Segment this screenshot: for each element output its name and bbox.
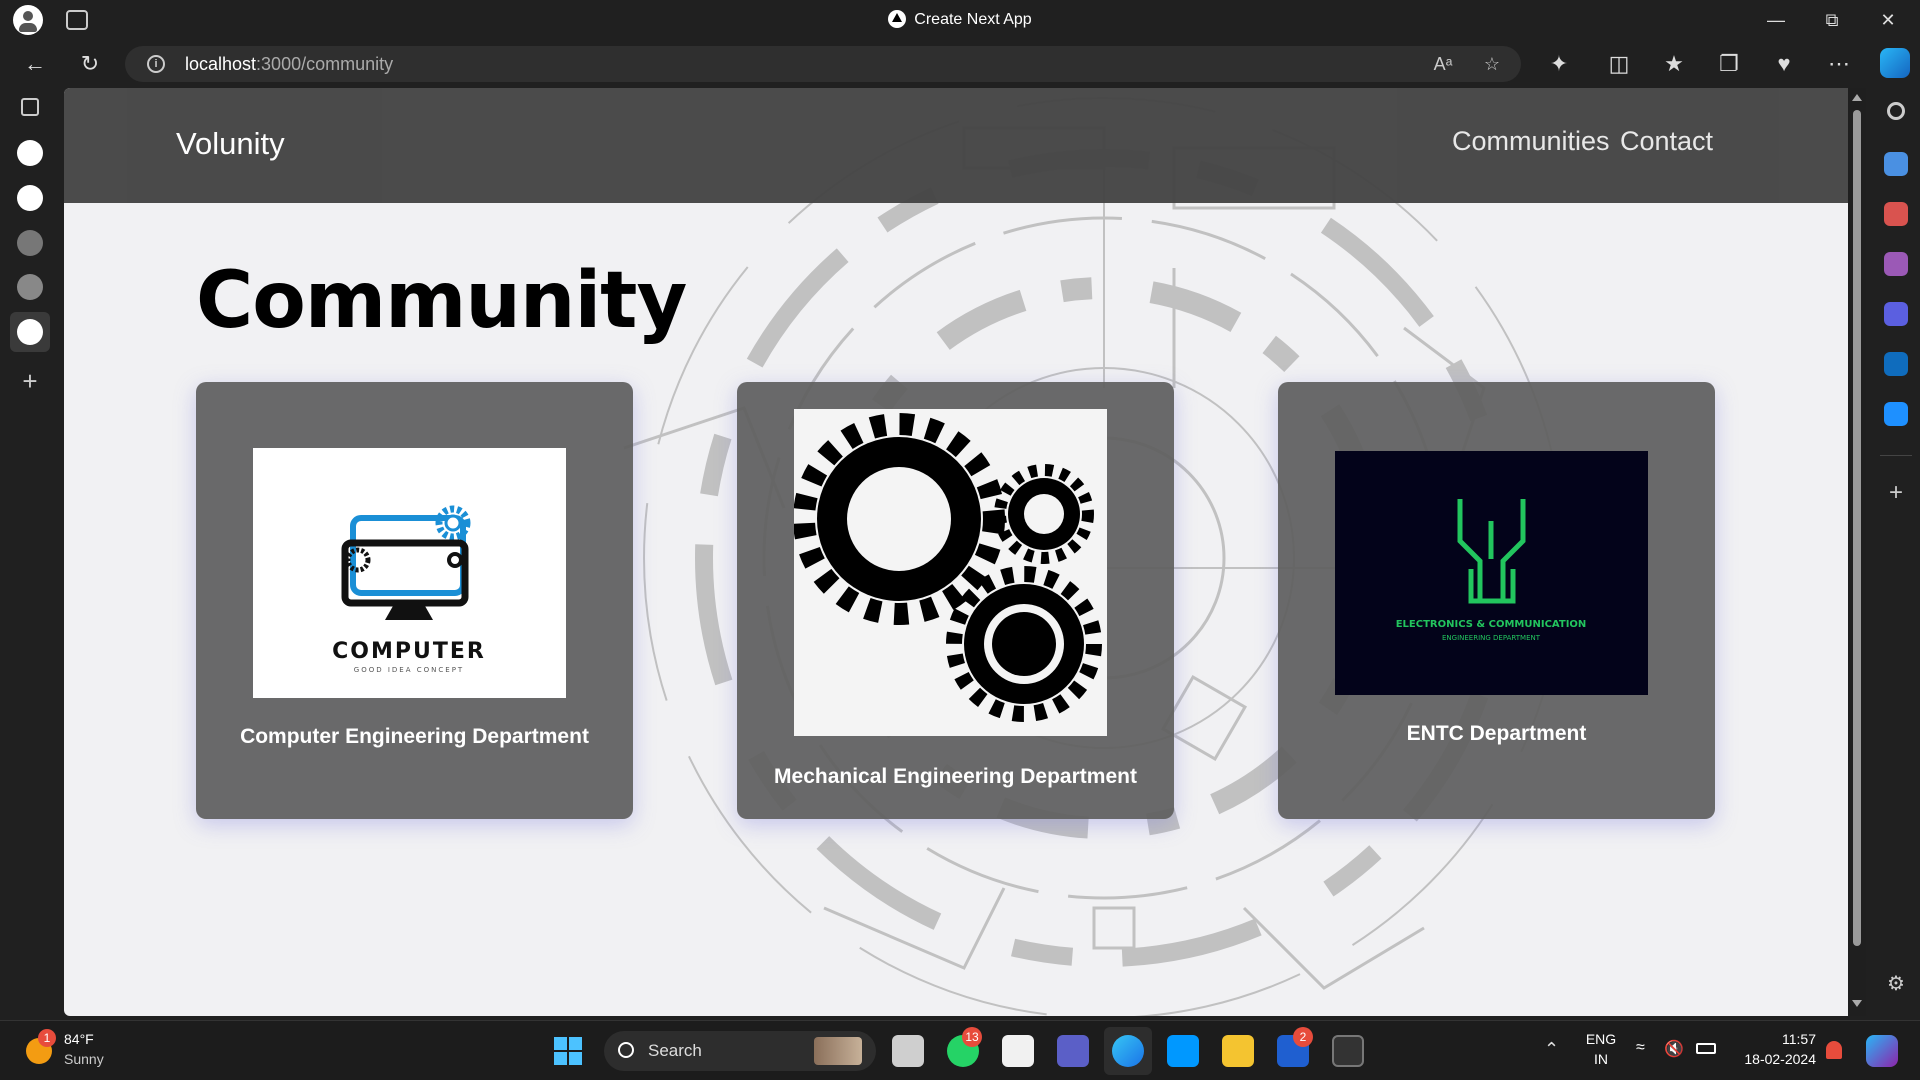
community-card-mechanical[interactable]: Mechanical Engineering Department (737, 382, 1174, 819)
entc-logo-icon: ELECTRONICS & COMMUNICATION ENGINEERING … (1396, 499, 1587, 642)
clock-time[interactable]: 11:57 (1736, 1031, 1816, 1047)
outlook-icon[interactable] (1884, 352, 1908, 376)
l-app-badge: 2 (1293, 1027, 1313, 1047)
copilot-app-icon[interactable] (1884, 302, 1908, 326)
community-card-entc[interactable]: ELECTRONICS & COMMUNICATION ENGINEERING … (1278, 382, 1715, 819)
close-icon[interactable]: ✕ (1860, 0, 1916, 40)
extensions-icon[interactable]: ✦ (1544, 49, 1574, 79)
weather-desc[interactable]: Sunny (64, 1051, 104, 1067)
window-title-text: Create Next App (914, 11, 1032, 28)
page-viewport: Volunity Communities Contact Community C… (64, 88, 1848, 1016)
task-view-icon[interactable] (892, 1035, 924, 1067)
store-icon[interactable] (1002, 1035, 1034, 1067)
nextjs-tab-icon-2[interactable] (17, 230, 43, 256)
split-screen-icon[interactable]: ◫ (1604, 49, 1634, 79)
site-info-icon[interactable]: i (147, 55, 165, 73)
nextjs-tab-icon-active (17, 319, 43, 345)
computer-logo-text: COMPUTER (332, 639, 486, 664)
back-icon[interactable]: ← (20, 49, 50, 79)
search-icon (618, 1042, 634, 1058)
weather-badge: 1 (38, 1029, 56, 1047)
search-icon[interactable] (1887, 102, 1905, 120)
brand-logo[interactable]: Volunity (176, 126, 285, 162)
minimize-icon[interactable]: — (1748, 0, 1804, 40)
edge-icon[interactable] (1112, 1035, 1144, 1067)
copilot-taskbar-icon[interactable] (1866, 1035, 1898, 1067)
taskbar-search[interactable]: Search (604, 1031, 876, 1071)
card-label[interactable]: Mechanical Engineering Department (737, 765, 1174, 789)
favorites-icon[interactable]: ★ (1659, 49, 1689, 79)
notification-bell-icon[interactable] (1826, 1041, 1842, 1059)
page-scrollbar[interactable] (1848, 88, 1866, 1016)
collections-icon[interactable]: ❐ (1714, 49, 1744, 79)
clock-date[interactable]: 18-02-2024 (1736, 1051, 1816, 1067)
lang-secondary[interactable]: IN (1585, 1051, 1617, 1067)
lang-primary[interactable]: ENG (1585, 1031, 1617, 1047)
entc-dept-image: ELECTRONICS & COMMUNICATION ENGINEERING … (1335, 451, 1648, 695)
favorite-star-icon[interactable]: ☆ (1480, 52, 1504, 76)
more-menu-icon[interactable]: ⋯ (1824, 49, 1854, 79)
search-label: Search (648, 1041, 702, 1060)
address-bar[interactable]: i localhost:3000/community Aᵃ ☆ (125, 46, 1521, 82)
sidebar-toggle-icon[interactable] (21, 98, 39, 116)
gears-icon (794, 413, 1102, 722)
page-title: Community (196, 256, 687, 346)
scroll-up-icon[interactable] (1852, 94, 1862, 101)
nextjs-tab-icon[interactable] (17, 185, 43, 211)
whatsapp-badge: 13 (962, 1027, 982, 1047)
vscode-icon[interactable] (1167, 1035, 1199, 1067)
nav-contact[interactable]: Contact (1620, 126, 1713, 157)
copilot-icon[interactable] (1880, 48, 1910, 78)
divider (1880, 455, 1912, 456)
weather-temp[interactable]: 84°F (64, 1031, 94, 1047)
volume-muted-icon[interactable]: 🔇 (1664, 1039, 1684, 1059)
github-tab-icon-2[interactable] (17, 274, 43, 300)
card-label[interactable]: Computer Engineering Department (196, 725, 633, 749)
computer-logo-icon: COMPUTER GOOD IDEA CONCEPT (332, 505, 486, 674)
address-url[interactable]: localhost:3000/community (185, 54, 393, 75)
file-explorer-icon[interactable] (1222, 1035, 1254, 1067)
browser-titlebar: Create Next App — ⧉ ✕ (0, 0, 1920, 40)
wifi-icon[interactable]: ≈ (1636, 1039, 1645, 1057)
entc-logo-text: ELECTRONICS & COMMUNICATION (1396, 619, 1587, 630)
teams-icon[interactable] (1057, 1035, 1089, 1067)
github-tab-icon[interactable] (17, 140, 43, 166)
restore-icon[interactable]: ⧉ (1804, 0, 1860, 40)
vertical-tabs-sidebar: + (0, 88, 64, 1020)
edge-sidebar: + ⚙ (1872, 88, 1920, 1020)
mechanical-dept-image (794, 409, 1107, 736)
scroll-down-icon[interactable] (1852, 1000, 1862, 1007)
search-highlight-image (814, 1037, 862, 1065)
scroll-thumb[interactable] (1853, 110, 1861, 946)
settings-icon[interactable]: ⚙ (1884, 972, 1908, 996)
browser-essentials-icon[interactable]: ♥ (1769, 49, 1799, 79)
computer-dept-image: COMPUTER GOOD IDEA CONCEPT (253, 448, 566, 698)
computer-logo-subtext: GOOD IDEA CONCEPT (354, 666, 464, 674)
shopping-icon[interactable] (1884, 152, 1908, 176)
start-button[interactable] (554, 1037, 582, 1065)
nav-communities[interactable]: Communities (1452, 126, 1610, 157)
battery-icon[interactable] (1696, 1043, 1716, 1054)
read-aloud-icon[interactable]: Aᵃ (1431, 52, 1455, 76)
drop-icon[interactable] (1884, 402, 1908, 426)
community-card-computer[interactable]: COMPUTER GOOD IDEA CONCEPT Computer Engi… (196, 382, 633, 819)
site-header: Volunity Communities Contact (64, 88, 1848, 203)
games-icon[interactable] (1884, 252, 1908, 276)
tray-chevron-icon[interactable]: ⌃ (1544, 1039, 1559, 1060)
nextjs-tab-icon (888, 10, 907, 28)
windows-taskbar: 1 84°F Sunny Search 13 2 ⌃ ENG IN ≈ 🔇 11… (0, 1020, 1920, 1080)
entc-logo-subtext: ENGINEERING DEPARTMENT (1442, 634, 1541, 642)
active-tab[interactable] (10, 312, 50, 352)
tools-icon[interactable] (1884, 202, 1908, 226)
terminal-icon[interactable] (1332, 1035, 1364, 1067)
refresh-icon[interactable]: ↻ (75, 49, 105, 79)
add-sidebar-icon[interactable]: + (1884, 481, 1908, 505)
card-label[interactable]: ENTC Department (1278, 722, 1715, 746)
window-title: Create Next App (0, 0, 1920, 40)
new-tab-icon[interactable]: + (17, 368, 43, 394)
